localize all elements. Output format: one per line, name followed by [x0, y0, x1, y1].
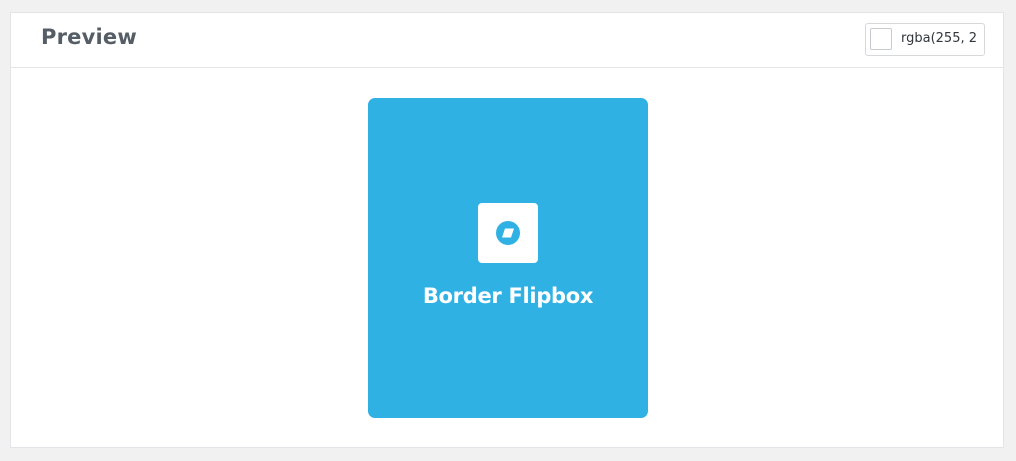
- skewed-square-badge-icon: [496, 221, 520, 245]
- preview-header: Preview rgba(255, 2: [11, 13, 1003, 68]
- preview-panel: Preview rgba(255, 2 Border Flipbox: [10, 12, 1004, 448]
- color-swatch[interactable]: [870, 28, 892, 50]
- border-flipbox[interactable]: Border Flipbox: [368, 98, 648, 418]
- color-value: rgba(255, 2: [901, 31, 978, 46]
- flipbox-title: Border Flipbox: [422, 284, 594, 308]
- flipbox-icon-container: [478, 203, 538, 263]
- preview-canvas: Border Flipbox: [11, 68, 1003, 447]
- background-color-picker[interactable]: rgba(255, 2: [865, 23, 985, 56]
- page-title: Preview: [41, 25, 137, 49]
